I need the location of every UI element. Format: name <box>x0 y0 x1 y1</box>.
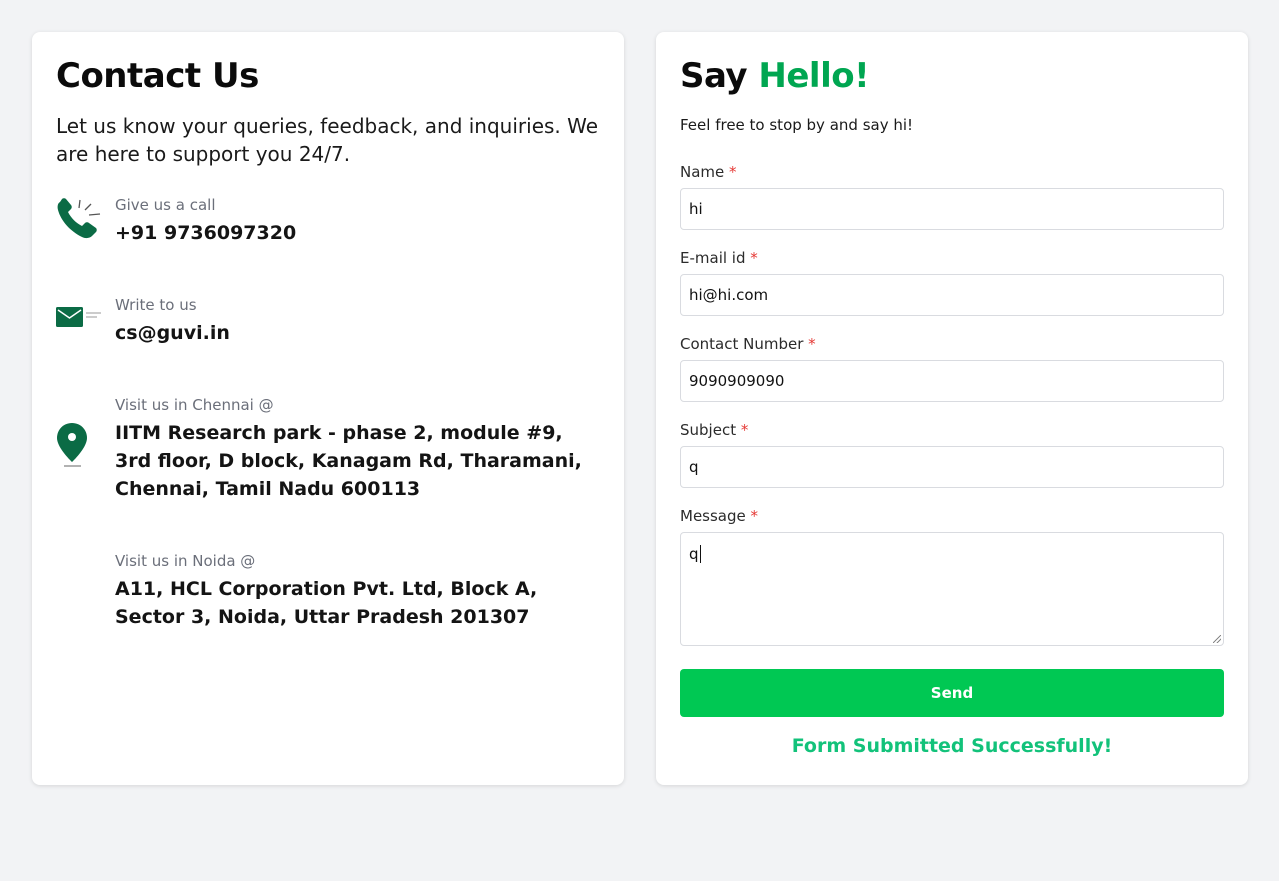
name-input[interactable]: hi <box>680 188 1224 230</box>
contact-number-input[interactable]: 9090909090 <box>680 360 1224 402</box>
chennai-block: Visit us in Chennai @ IITM Research park… <box>56 394 600 503</box>
contact-card: Contact Us Let us know your queries, fee… <box>32 32 624 785</box>
subject-label: Subject * <box>680 421 749 439</box>
contact-number-field: Contact Number * 9090909090 <box>680 334 1224 402</box>
call-number[interactable]: +91 9736097320 <box>115 219 600 247</box>
form-card: Say Hello! Feel free to stop by and say … <box>656 32 1248 785</box>
noida-label: Visit us in Noida @ <box>115 552 256 570</box>
name-field: Name * hi <box>680 162 1224 230</box>
email-label: E-mail id * <box>680 249 758 267</box>
noida-block: Visit us in Noida @ A11, HCL Corporation… <box>56 550 600 631</box>
contact-title: Contact Us <box>56 56 259 96</box>
success-message: Form Submitted Successfully! <box>791 735 1113 757</box>
phone-icon <box>56 197 102 245</box>
write-label: Write to us <box>115 296 197 314</box>
chennai-address: IITM Research park - phase 2, module #9,… <box>115 422 582 500</box>
location-pin-icon <box>56 422 102 472</box>
mail-icon <box>56 305 102 333</box>
write-block: Write to us cs@guvi.in <box>56 294 600 347</box>
call-label: Give us a call <box>115 196 216 214</box>
text-caret <box>699 545 701 563</box>
subject-field: Subject * q <box>680 420 1224 488</box>
chennai-label: Visit us in Chennai @ <box>115 396 274 414</box>
title-hello: Hello! <box>758 56 870 96</box>
send-button[interactable]: Send <box>680 669 1224 717</box>
noida-address: A11, HCL Corporation Pvt. Ltd, Block A, … <box>115 578 538 628</box>
message-textarea[interactable]: q <box>680 532 1224 646</box>
message-text: q <box>689 545 699 563</box>
title-say: Say <box>680 56 748 96</box>
subject-input[interactable]: q <box>680 446 1224 488</box>
form-title: Say Hello! <box>680 56 1224 96</box>
email-field: E-mail id * hi@hi.com <box>680 248 1224 316</box>
message-label: Message * <box>680 507 759 525</box>
contact-intro: Let us know your queries, feedback, and … <box>56 114 599 166</box>
form-subtitle: Feel free to stop by and say hi! <box>680 116 914 134</box>
email-link[interactable]: cs@guvi.in <box>115 319 600 347</box>
email-input[interactable]: hi@hi.com <box>680 274 1224 316</box>
resize-handle-icon[interactable] <box>1213 635 1221 643</box>
call-block: Give us a call +91 9736097320 <box>56 194 600 247</box>
contact-number-label: Contact Number * <box>680 335 816 353</box>
message-field: Message * q <box>680 506 1224 646</box>
name-label: Name * <box>680 163 737 181</box>
